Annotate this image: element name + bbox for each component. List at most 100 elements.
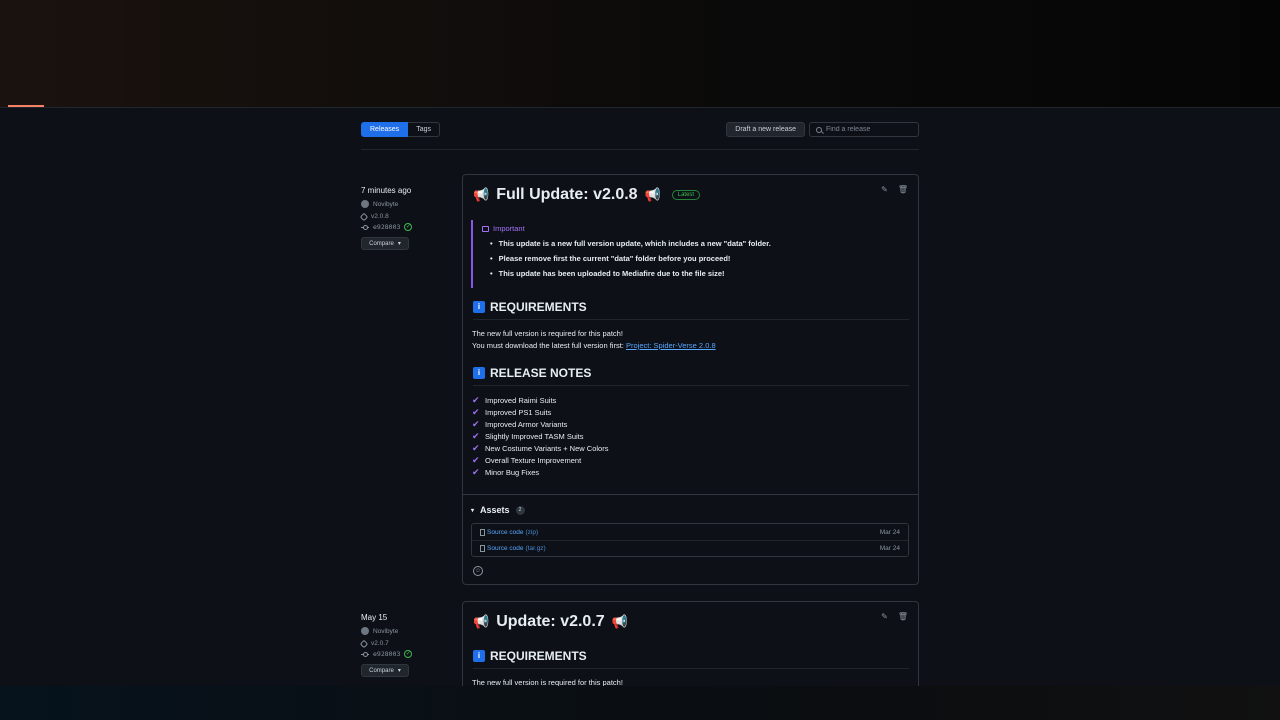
file-zip-icon: [480, 528, 485, 536]
avatar: [361, 200, 369, 208]
delete-icon[interactable]: 🗑: [898, 612, 908, 621]
caret-down-icon: ▾: [471, 507, 475, 514]
latest-badge: Latest: [671, 190, 701, 200]
release-date: 7 minutes ago: [361, 186, 412, 195]
alert-item: Please remove first the current "data" f…: [490, 254, 908, 263]
megaphone-icon: 📢: [611, 614, 628, 629]
asset-ext: (zip): [525, 528, 539, 536]
delete-icon[interactable]: 🗑: [898, 185, 908, 194]
asset-row: Source code (zip) Mar 24: [472, 524, 908, 540]
active-tab-underline: [8, 105, 44, 107]
note-text: Improved Raimi Suits: [485, 395, 557, 405]
info-icon: i: [473, 650, 485, 662]
check-icon: ✔: [472, 454, 480, 465]
release-notes-heading-text: RELEASE NOTES: [490, 366, 592, 380]
megaphone-icon: 📢: [473, 614, 490, 629]
info-icon: i: [473, 367, 485, 379]
assets-list: Source code (zip) Mar 24 Source code (ta…: [471, 523, 909, 557]
compare-button[interactable]: Compare ▾: [361, 664, 409, 677]
note-text: Slightly Improved TASM Suits: [485, 431, 584, 441]
verified-check-icon: ✓: [404, 223, 413, 231]
note-text: Improved Armor Variants: [485, 419, 568, 429]
find-release-input[interactable]: [826, 126, 916, 133]
requirements-prefix: You must download the latest full versio…: [472, 341, 626, 350]
asset-name: Source code: [487, 528, 524, 536]
release-title[interactable]: 📢 Full Update: v2.0.8 📢 Latest: [473, 186, 918, 204]
list-item: ✔ Overall Texture Improvement: [472, 454, 908, 466]
requirements-text: The new full version is required for thi…: [472, 328, 908, 352]
card-tools: ✎ 🗑: [881, 612, 908, 621]
tab-releases[interactable]: Releases: [361, 122, 409, 137]
edit-icon[interactable]: ✎: [881, 185, 888, 194]
asset-link[interactable]: Source code (zip): [480, 528, 539, 536]
release-meta: 7 minutes ago Novibyte v2.0.8 e928003 ✓ …: [359, 174, 461, 250]
releases-container: Releases Tags Draft a new release 7 minu…: [359, 108, 919, 720]
full-version-link[interactable]: Project: Spider-Verse 2.0.8: [626, 341, 716, 350]
assets-heading: Assets: [480, 505, 510, 515]
compare-button[interactable]: Compare ▾: [361, 237, 409, 250]
asset-link[interactable]: Source code (tar.gz): [480, 545, 546, 552]
release-author[interactable]: Novibyte: [361, 200, 461, 208]
commit-icon: [361, 224, 369, 230]
file-zip-icon: [480, 545, 485, 552]
asset-name: Source code: [487, 545, 524, 552]
release-notes-list: ✔ Improved Raimi Suits ✔ Improved PS1 Suit…: [472, 394, 908, 478]
releases-tags-switch: Releases Tags: [361, 122, 440, 137]
assets-divider: [463, 494, 918, 495]
release-author[interactable]: Novibyte: [361, 627, 461, 635]
requirements-heading-text: REQUIREMENTS: [490, 649, 587, 663]
card-tools: ✎ 🗑: [881, 185, 908, 194]
release-title-text: Full Update: v2.0.8: [496, 186, 638, 203]
alert-title-text: Important: [493, 224, 525, 233]
list-item: ✔ Improved Raimi Suits: [472, 394, 908, 406]
list-item: ✔ Improved Armor Variants: [472, 418, 908, 430]
asset-ext: (tar.gz): [525, 545, 546, 552]
release-notes-heading: i RELEASE NOTES: [473, 366, 909, 386]
release-meta: May 15 Novibyte v2.0.7 e928003 ✓ Compare…: [359, 601, 461, 677]
avatar: [361, 627, 369, 635]
megaphone-icon: 📢: [473, 187, 490, 202]
tag-icon: [359, 639, 369, 648]
compare-label: Compare: [369, 667, 394, 674]
release-commit[interactable]: e928003 ✓: [361, 223, 461, 231]
check-icon: ✔: [472, 430, 480, 441]
requirements-line: The new full version is required for thi…: [472, 329, 623, 338]
list-item: ✔ Minor Bug Fixes: [472, 466, 908, 478]
tag-name: v2.0.7: [371, 640, 389, 647]
add-reaction-smiley-icon[interactable]: ☺: [473, 566, 483, 576]
assets-toggle[interactable]: ▾ Assets 2: [471, 505, 918, 515]
release-title[interactable]: 📢 Update: v2.0.7 📢: [473, 613, 918, 631]
list-item: ✔ Improved PS1 Suits: [472, 406, 908, 418]
tag-name: v2.0.8: [371, 213, 389, 220]
requirements-heading-text: REQUIREMENTS: [490, 300, 587, 314]
author-name: Novibyte: [373, 627, 399, 635]
release-tag[interactable]: v2.0.7: [359, 639, 461, 648]
requirements-line: You must download the latest full versio…: [472, 340, 908, 352]
release-date: May 15: [361, 613, 388, 622]
find-release-box[interactable]: [809, 122, 919, 137]
top-header: [0, 0, 1280, 108]
edit-icon[interactable]: ✎: [881, 612, 888, 621]
check-icon: ✔: [472, 442, 480, 453]
check-icon: ✔: [472, 466, 480, 477]
tag-icon: [359, 212, 369, 221]
asset-date: Mar 24: [879, 545, 900, 552]
list-item: ✔ New Costume Variants + New Colors: [472, 442, 908, 454]
release-title-text: Update: v2.0.7: [496, 613, 605, 630]
commit-icon: [361, 651, 369, 657]
alert-item: This update is a new full version update…: [490, 239, 908, 248]
note-text: Minor Bug Fixes: [485, 467, 540, 477]
release-commit[interactable]: e928003 ✓: [361, 650, 461, 658]
note-text: Improved PS1 Suits: [485, 407, 552, 417]
alert-item: This update has been uploaded to Mediafi…: [490, 269, 908, 278]
chevron-down-icon: ▾: [397, 241, 401, 247]
draft-release-button[interactable]: Draft a new release: [726, 122, 805, 137]
tab-tags[interactable]: Tags: [408, 122, 440, 137]
important-alert: Important This update is a new full vers…: [471, 220, 908, 288]
search-icon: [816, 126, 822, 133]
check-icon: ✔: [472, 394, 480, 405]
compare-label: Compare: [369, 240, 394, 247]
release-tag[interactable]: v2.0.8: [359, 212, 461, 221]
release-tools: Draft a new release: [726, 122, 919, 137]
release-item: 7 minutes ago Novibyte v2.0.8 e928003 ✓ …: [359, 174, 919, 586]
